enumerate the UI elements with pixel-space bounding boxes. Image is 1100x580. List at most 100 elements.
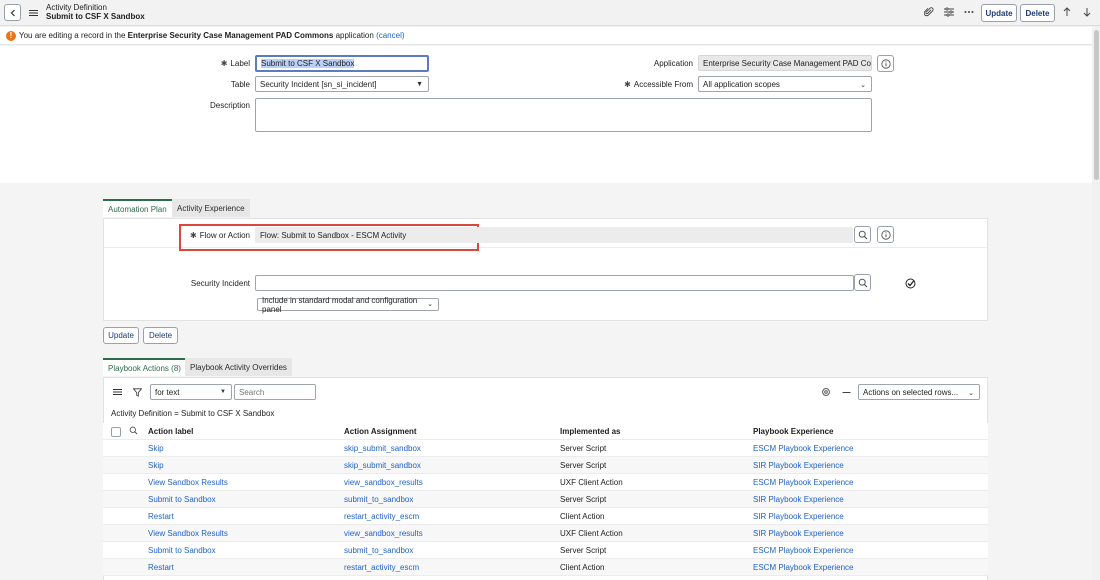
table-select-value: Security Incident [sn_si_incident] — [260, 79, 377, 89]
banner-suffix: application — [333, 31, 377, 40]
implemented-as-value: Server Script — [560, 444, 607, 453]
table-row: View Sandbox Results view_sandbox_result… — [103, 525, 988, 542]
label-input[interactable]: Submit to CSF X Sandbox — [255, 55, 429, 72]
table-select[interactable]: Security Incident [sn_si_incident] ▼ — [255, 76, 429, 92]
hamburger-icon — [28, 10, 38, 16]
playbook-experience-link[interactable]: ESCM Playbook Experience — [753, 444, 854, 453]
page-scrollbar-thumb[interactable] — [1094, 30, 1099, 180]
action-assignment-link[interactable]: view_sandbox_results — [344, 529, 423, 538]
action-label-link[interactable]: View Sandbox Results — [148, 478, 228, 487]
table-row: Restart restart_activity_escm Client Act… — [103, 559, 988, 576]
column-header-action-label[interactable]: Action label — [148, 427, 193, 436]
flow-info-button[interactable] — [877, 226, 894, 243]
accessible-from-label: ✱ Accessible From — [624, 80, 693, 89]
filter-button[interactable] — [131, 386, 143, 398]
action-assignment-link[interactable]: restart_activity_escm — [344, 563, 419, 572]
dropdown-arrow-icon: ▼ — [416, 81, 423, 88]
column-header-action-assignment[interactable]: Action Assignment — [344, 427, 417, 436]
application-info-button[interactable] — [877, 55, 894, 72]
search-icon — [858, 278, 867, 287]
action-assignment-link[interactable]: submit_to_sandbox — [344, 495, 413, 504]
arrow-up-icon — [1063, 7, 1071, 16]
action-label-link[interactable]: Skip — [148, 461, 164, 470]
tab-activity-experience[interactable]: Activity Experience — [172, 199, 250, 217]
playbook-experience-link[interactable]: ESCM Playbook Experience — [753, 546, 854, 555]
action-label-link[interactable]: Restart — [148, 512, 174, 521]
column-header-playbook-experience[interactable]: Playbook Experience — [753, 427, 833, 436]
form-section: ✱ Label Submit to CSF X Sandbox Table Sec… — [0, 46, 1092, 183]
minus-icon — [842, 391, 850, 393]
select-all-checkbox[interactable] — [111, 427, 121, 437]
cancel-link[interactable]: (cancel) — [376, 31, 404, 40]
action-label-link[interactable]: Submit to Sandbox — [148, 546, 216, 555]
next-record-button[interactable] — [1080, 5, 1094, 19]
action-label-link[interactable]: Skip — [148, 444, 164, 453]
accessible-from-select[interactable]: All application scopes ⌄ — [698, 76, 872, 92]
chevron-down-icon: ⌄ — [968, 390, 974, 397]
label-field-label: ✱ Label — [220, 59, 250, 68]
chevron-left-icon — [10, 9, 15, 16]
form-update-button[interactable]: Update — [103, 327, 139, 344]
info-icon — [880, 58, 891, 69]
table-field-label: Table — [230, 80, 250, 89]
warning-icon: ! — [6, 30, 16, 41]
update-button[interactable]: Update — [981, 4, 1017, 22]
playbook-experience-link[interactable]: ESCM Playbook Experience — [753, 478, 854, 487]
action-label-link[interactable]: Restart — [148, 563, 174, 572]
list-settings-button[interactable] — [820, 386, 832, 398]
search-icon — [129, 426, 138, 435]
action-label-link[interactable]: View Sandbox Results — [148, 529, 228, 538]
column-header-implemented-as[interactable]: Implemented as — [560, 427, 620, 436]
gear-icon — [822, 388, 830, 396]
playbook-experience-link[interactable]: SIR Playbook Experience — [753, 529, 844, 538]
playbook-experience-link[interactable]: ESCM Playbook Experience — [753, 563, 854, 572]
tab-automation-plan[interactable]: Automation Plan — [103, 199, 172, 217]
context-menu-button[interactable] — [27, 6, 39, 20]
action-assignment-link[interactable]: submit_to_sandbox — [344, 546, 413, 555]
search-input[interactable] — [234, 384, 316, 400]
playbook-experience-link[interactable]: SIR Playbook Experience — [753, 461, 844, 470]
tab-playbook-actions[interactable]: Playbook Actions (8) — [103, 358, 186, 376]
action-label-link[interactable]: Submit to Sandbox — [148, 495, 216, 504]
action-assignment-link[interactable]: view_sandbox_results — [344, 478, 423, 487]
action-assignment-link[interactable]: restart_activity_escm — [344, 512, 419, 521]
dropdown-arrow-icon: ▼ — [220, 389, 226, 395]
required-icon: ✱ — [190, 231, 197, 240]
include-option-select[interactable]: Include in standard modal and configurat… — [257, 296, 439, 314]
table-row: Submit to Sandbox submit_to_sandbox Serv… — [103, 491, 988, 508]
table-row: Submit to Sandbox submit_to_sandbox Serv… — [103, 542, 988, 559]
hamburger-icon — [112, 389, 122, 395]
data-pill-picker-button[interactable] — [903, 276, 917, 290]
actions-on-selected-select[interactable]: Actions on selected rows... ⌄ — [858, 384, 980, 400]
attachment-button[interactable] — [922, 5, 936, 19]
form-header: Activity Definition Submit to CSF X Sand… — [0, 0, 1100, 26]
tab-playbook-activity-overrides[interactable]: Playbook Activity Overrides — [185, 358, 292, 376]
description-field-label: Description — [209, 101, 250, 110]
flow-or-action-field[interactable]: Flow: Submit to Sandbox - ESCM Activity — [255, 227, 853, 243]
banner-prefix: You are editing a record in the — [19, 31, 128, 40]
list-menu-button[interactable] — [111, 386, 123, 398]
list-breadcrumb[interactable]: Activity Definition = Submit to CSF X Sa… — [111, 409, 274, 418]
action-assignment-link[interactable]: skip_submit_sandbox — [344, 444, 421, 453]
delete-button[interactable]: Delete — [1020, 4, 1055, 22]
implemented-as-value: UXF Client Action — [560, 478, 623, 487]
personalize-form-button[interactable] — [942, 5, 956, 19]
playbook-experience-link[interactable]: SIR Playbook Experience — [753, 495, 844, 504]
previous-record-button[interactable] — [1060, 5, 1074, 19]
funnel-icon — [132, 387, 142, 397]
column-search-button[interactable] — [129, 426, 138, 437]
playbook-experience-link[interactable]: SIR Playbook Experience — [753, 512, 844, 521]
more-options-button[interactable] — [962, 5, 976, 19]
label-input-value: Submit to CSF X Sandbox — [261, 59, 355, 68]
security-incident-lookup-button[interactable] — [854, 274, 871, 291]
security-incident-label: Security Incident — [190, 279, 250, 288]
description-textarea[interactable] — [255, 98, 872, 132]
flow-lookup-button[interactable] — [854, 226, 871, 243]
action-assignment-link[interactable]: skip_submit_sandbox — [344, 461, 421, 470]
search-field-select[interactable]: for text ▼ — [150, 384, 232, 400]
back-button[interactable] — [4, 4, 21, 21]
form-delete-button[interactable]: Delete — [143, 327, 178, 344]
collapse-list-button[interactable] — [840, 386, 852, 398]
security-incident-input[interactable] — [255, 275, 854, 291]
app-window: Activity Definition Submit to CSF X Sand… — [0, 0, 1100, 580]
